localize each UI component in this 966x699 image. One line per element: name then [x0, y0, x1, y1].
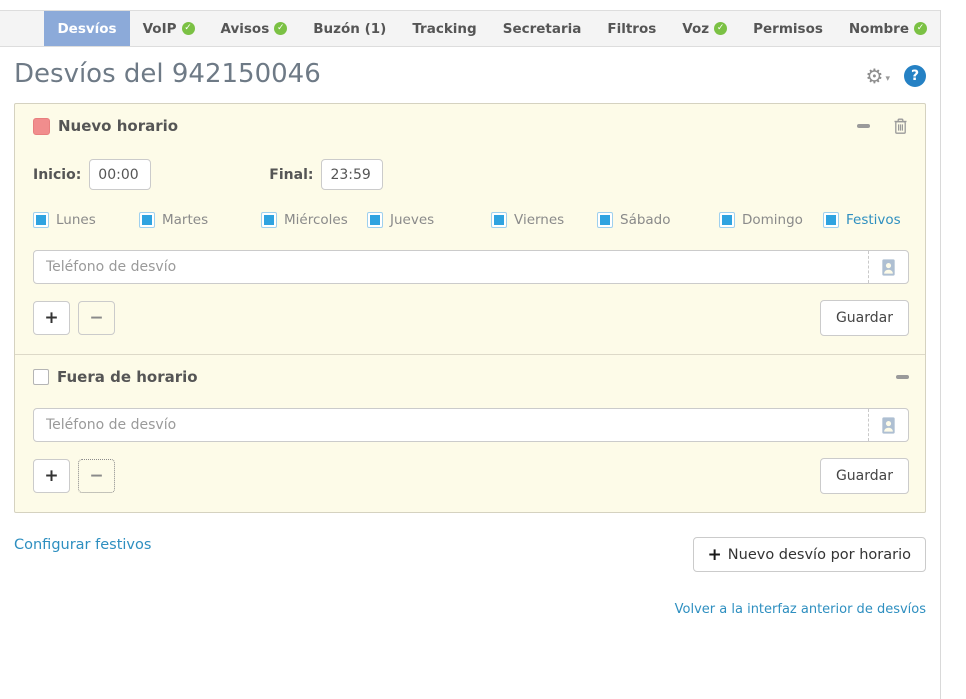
day-label[interactable]: Viernes — [514, 212, 564, 228]
new-schedule-forward-button[interactable]: + Nuevo desvío por horario — [693, 537, 926, 572]
schedule-color-checkbox[interactable] — [33, 118, 50, 135]
day-checkbox[interactable] — [491, 212, 507, 228]
tab-permisos[interactable]: Permisos — [740, 11, 836, 46]
tab-desvios[interactable]: Desvíos — [44, 11, 129, 46]
remove-phone-button[interactable]: − — [78, 459, 115, 493]
contact-book-icon[interactable] — [868, 251, 908, 283]
forwarding-panel: Nuevo horario Inicio: Final: — [14, 103, 926, 513]
day-item-viernes: Viernes — [491, 212, 597, 228]
section-title: Fuera de horario — [57, 368, 198, 386]
section-title: Nuevo horario — [58, 117, 178, 135]
tab-label: Buzón (1) — [313, 21, 386, 37]
tab-filtros[interactable]: Filtros — [594, 11, 669, 46]
section-header: Fuera de horario — [33, 368, 909, 386]
back-to-old-interface-link[interactable]: Volver a la interfaz anterior de desvíos — [675, 602, 926, 617]
tab-buzon[interactable]: Buzón (1) — [300, 11, 399, 46]
status-check-icon: ✓ — [714, 22, 727, 35]
tab-avisos[interactable]: Avisos ✓ — [208, 11, 301, 46]
new-schedule-forward-label: Nuevo desvío por horario — [728, 547, 911, 563]
tab-label: Nombre — [849, 21, 909, 37]
footer-right: + Nuevo desvío por horario Volver a la i… — [675, 537, 926, 617]
header-icons: ⚙ ▾ ? — [866, 65, 926, 87]
day-checkbox[interactable] — [139, 212, 155, 228]
footer: Configurar festivos + Nuevo desvío por h… — [0, 513, 940, 617]
day-checkbox[interactable] — [823, 212, 839, 228]
actions-row: + − Guardar — [33, 300, 909, 336]
tab-label: VoIP — [143, 21, 177, 37]
section-fuera-de-horario: Fuera de horario + − Guardar — [15, 354, 925, 512]
day-label[interactable]: Martes — [162, 212, 208, 228]
remove-phone-button[interactable]: − — [78, 301, 115, 335]
day-label[interactable]: Jueves — [390, 212, 434, 228]
page-container: Desvíos VoIP ✓ Avisos ✓ Buzón (1) Tracki… — [0, 10, 941, 699]
tab-label: Tracking — [412, 21, 476, 37]
collapse-icon[interactable] — [896, 375, 909, 379]
tab-nombre[interactable]: Nombre ✓ — [836, 11, 940, 46]
weekdays-row: Lunes Martes Miércoles Jueves Viernes — [33, 212, 909, 228]
day-label[interactable]: Festivos — [846, 212, 901, 228]
day-item-miercoles: Miércoles — [261, 212, 367, 228]
inicio-label: Inicio: — [33, 167, 81, 183]
day-checkbox[interactable] — [367, 212, 383, 228]
status-check-icon: ✓ — [274, 22, 287, 35]
add-phone-button[interactable]: + — [33, 459, 70, 493]
contact-book-icon[interactable] — [868, 409, 908, 441]
section-header: Nuevo horario — [33, 117, 909, 135]
day-checkbox[interactable] — [33, 212, 49, 228]
fuera-de-horario-checkbox[interactable] — [33, 369, 49, 385]
day-item-sabado: Sábado — [597, 212, 719, 228]
tab-label: Desvíos — [57, 21, 116, 37]
phone-field — [33, 250, 909, 284]
inicio-input[interactable] — [89, 159, 151, 190]
day-item-jueves: Jueves — [367, 212, 491, 228]
final-input[interactable] — [321, 159, 383, 190]
day-item-martes: Martes — [139, 212, 261, 228]
tab-voip[interactable]: VoIP ✓ — [130, 11, 208, 46]
tab-label: Filtros — [607, 21, 656, 37]
day-label[interactable]: Miércoles — [284, 212, 348, 228]
page-title: Desvíos del 942150046 — [14, 59, 321, 89]
day-label[interactable]: Lunes — [56, 212, 96, 228]
section-nuevo-horario: Nuevo horario Inicio: Final: — [15, 104, 925, 354]
day-checkbox[interactable] — [261, 212, 277, 228]
add-phone-button[interactable]: + — [33, 301, 70, 335]
tab-label: Avisos — [221, 21, 270, 37]
save-button[interactable]: Guardar — [820, 300, 909, 336]
tab-secretaria[interactable]: Secretaria — [490, 11, 595, 46]
settings-menu-button[interactable]: ⚙ ▾ — [866, 66, 890, 86]
status-check-icon: ✓ — [182, 22, 195, 35]
day-label[interactable]: Domingo — [742, 212, 803, 228]
help-icon[interactable]: ? — [904, 65, 926, 87]
configure-holidays-link[interactable]: Configurar festivos — [14, 537, 151, 553]
tab-voz[interactable]: Voz ✓ — [669, 11, 740, 46]
trash-icon[interactable] — [892, 117, 909, 135]
top-navbar: Desvíos VoIP ✓ Avisos ✓ Buzón (1) Tracki… — [0, 10, 940, 47]
day-label[interactable]: Sábado — [620, 212, 671, 228]
page-header: Desvíos del 942150046 ⚙ ▾ ? — [0, 47, 940, 99]
phone-field — [33, 408, 909, 442]
gear-icon: ⚙ — [866, 66, 884, 86]
time-range-row: Inicio: Final: — [33, 159, 909, 190]
plus-icon: + — [708, 545, 722, 565]
day-item-domingo: Domingo — [719, 212, 823, 228]
day-checkbox[interactable] — [719, 212, 735, 228]
phone-input[interactable] — [34, 409, 868, 441]
actions-row: + − Guardar — [33, 458, 909, 494]
day-item-festivos: Festivos — [823, 212, 901, 228]
final-label: Final: — [269, 167, 313, 183]
tab-label: Permisos — [753, 21, 823, 37]
tab-label: Voz — [682, 21, 709, 37]
save-button[interactable]: Guardar — [820, 458, 909, 494]
collapse-icon[interactable] — [857, 124, 870, 128]
day-item-lunes: Lunes — [33, 212, 139, 228]
chevron-down-icon: ▾ — [885, 74, 890, 84]
status-check-icon: ✓ — [914, 22, 927, 35]
tab-label: Secretaria — [503, 21, 582, 37]
day-checkbox[interactable] — [597, 212, 613, 228]
phone-input[interactable] — [34, 251, 868, 283]
tab-tracking[interactable]: Tracking — [399, 11, 489, 46]
